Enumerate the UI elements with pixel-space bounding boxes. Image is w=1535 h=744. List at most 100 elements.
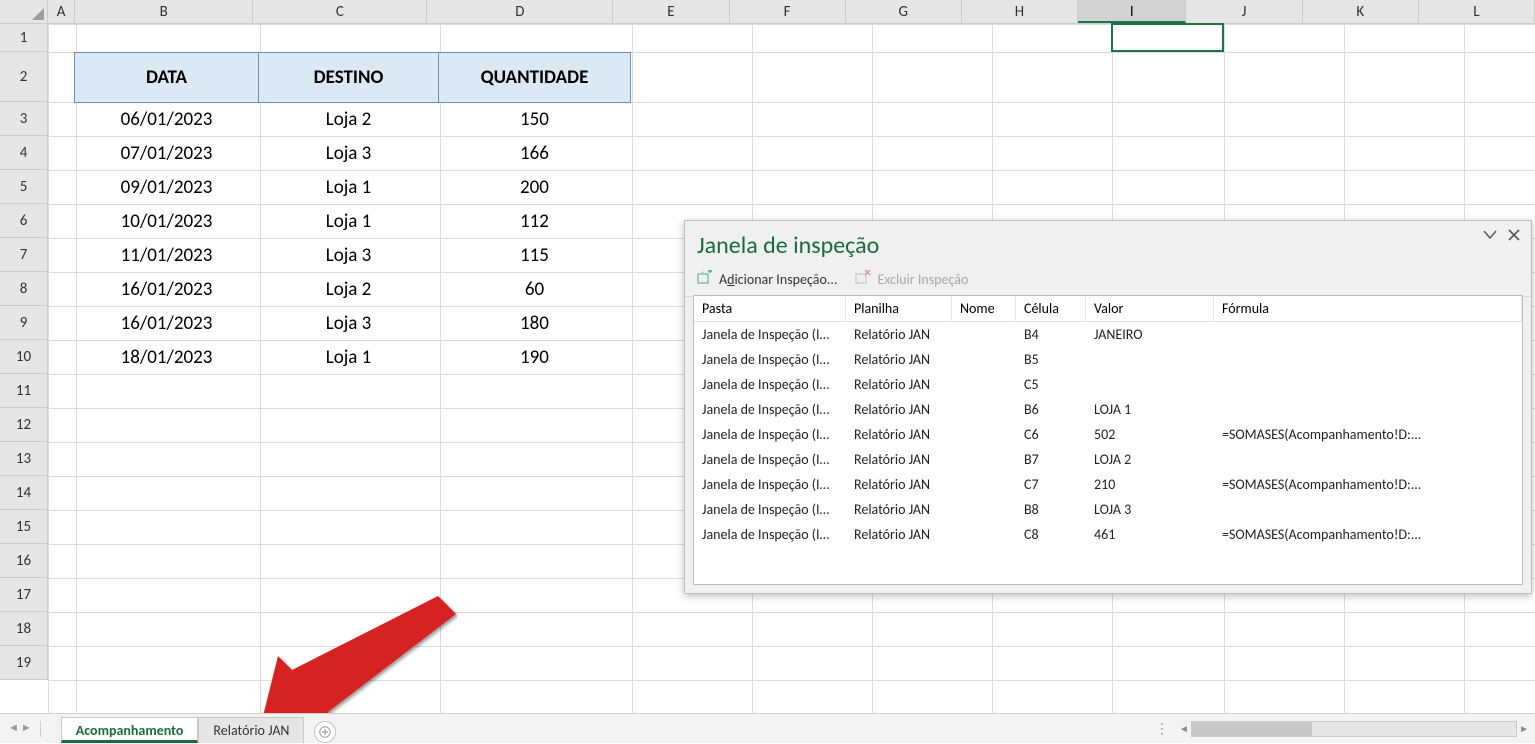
table-row[interactable]: 07/01/2023Loja 3166 — [75, 137, 631, 171]
horizontal-scrollbar[interactable]: ⋮ ◄ ► — [1155, 714, 1535, 743]
cell-quantidade[interactable]: 60 — [439, 273, 631, 307]
column-header-G[interactable]: G — [846, 0, 962, 23]
cell-data[interactable]: 10/01/2023 — [75, 205, 259, 239]
wh-planilha[interactable]: Planilha — [846, 296, 952, 321]
cell-destino[interactable]: Loja 1 — [259, 341, 439, 375]
th-data[interactable]: DATA — [75, 53, 259, 103]
scroll-thumb[interactable] — [1192, 722, 1312, 736]
cell-data[interactable]: 06/01/2023 — [75, 103, 259, 137]
scroll-right-icon[interactable]: ► — [1519, 722, 1529, 735]
cell-destino[interactable]: Loja 2 — [259, 103, 439, 137]
cell-data[interactable]: 16/01/2023 — [75, 307, 259, 341]
cell-quantidade[interactable]: 166 — [439, 137, 631, 171]
cell-data[interactable]: 16/01/2023 — [75, 273, 259, 307]
sheet-tab-relatorio-jan[interactable]: Relatório JAN — [198, 717, 304, 743]
row-header-10[interactable]: 10 — [0, 340, 47, 374]
column-header-F[interactable]: F — [730, 0, 846, 23]
wh-nome[interactable]: Nome — [952, 296, 1016, 321]
table-row[interactable]: 16/01/2023Loja 260 — [75, 273, 631, 307]
row-header-18[interactable]: 18 — [0, 612, 47, 646]
cell-destino[interactable]: Loja 1 — [259, 171, 439, 205]
row-header-1[interactable]: 1 — [0, 24, 47, 52]
row-header-8[interactable]: 8 — [0, 272, 47, 306]
watch-list[interactable]: Pasta Planilha Nome Célula Valor Fórmula… — [693, 295, 1523, 585]
watch-row[interactable]: Janela de Inspeção (IN...Relatório JANB7… — [694, 447, 1522, 472]
cell-destino[interactable]: Loja 3 — [259, 307, 439, 341]
column-header-J[interactable]: J — [1186, 0, 1302, 23]
column-header-A[interactable]: A — [48, 0, 75, 23]
wh-valor[interactable]: Valor — [1086, 296, 1214, 321]
sheet-nav-next-icon[interactable]: ► — [21, 721, 32, 737]
table-row[interactable]: 11/01/2023Loja 3115 — [75, 239, 631, 273]
scroll-options-icon[interactable]: ⋮ — [1155, 720, 1179, 737]
row-header-19[interactable]: 19 — [0, 646, 47, 680]
table-row[interactable]: 06/01/2023Loja 2150 — [75, 103, 631, 137]
row-header-17[interactable]: 17 — [0, 578, 47, 612]
watch-row[interactable]: Janela de Inspeção (IN...Relatório JANC6… — [694, 422, 1522, 447]
watch-window[interactable]: Janela de inspeção ? Adicionar Inspeção.… — [684, 220, 1532, 594]
row-header-16[interactable]: 16 — [0, 544, 47, 578]
row-header-4[interactable]: 4 — [0, 136, 47, 170]
cell-destino[interactable]: Loja 3 — [259, 137, 439, 171]
column-header-K[interactable]: K — [1303, 0, 1419, 23]
row-header-14[interactable]: 14 — [0, 476, 47, 510]
table-row[interactable]: 10/01/2023Loja 1112 — [75, 205, 631, 239]
watch-row[interactable]: Janela de Inspeção (IN...Relatório JANB8… — [694, 497, 1522, 522]
scroll-track[interactable] — [1191, 721, 1517, 737]
cell-destino[interactable]: Loja 2 — [259, 273, 439, 307]
sheet-tab-acompanhamento[interactable]: Acompanhamento — [61, 717, 199, 743]
scroll-left-icon[interactable]: ◄ — [1179, 722, 1189, 735]
row-header-12[interactable]: 12 — [0, 408, 47, 442]
cell-quantidade[interactable]: 190 — [439, 341, 631, 375]
minimize-icon[interactable] — [1481, 227, 1499, 243]
svg-text:?: ? — [701, 270, 705, 276]
cell-destino[interactable]: Loja 3 — [259, 239, 439, 273]
watch-row[interactable]: Janela de Inspeção (IN...Relatório JANB4… — [694, 322, 1522, 347]
watch-row[interactable]: Janela de Inspeção (IN...Relatório JANC5 — [694, 372, 1522, 397]
row-header-13[interactable]: 13 — [0, 442, 47, 476]
watch-row[interactable]: Janela de Inspeção (IN...Relatório JANC7… — [694, 472, 1522, 497]
column-header-H[interactable]: H — [962, 0, 1078, 23]
watch-row[interactable]: Janela de Inspeção (IN...Relatório JANB5 — [694, 347, 1522, 372]
cell-quantidade[interactable]: 150 — [439, 103, 631, 137]
row-header-5[interactable]: 5 — [0, 170, 47, 204]
table-row[interactable]: 18/01/2023Loja 1190 — [75, 341, 631, 375]
row-header-9[interactable]: 9 — [0, 306, 47, 340]
add-sheet-button[interactable] — [314, 721, 336, 743]
column-header-B[interactable]: B — [75, 0, 253, 23]
th-destino[interactable]: DESTINO — [259, 53, 439, 103]
table-row[interactable]: 09/01/2023Loja 1200 — [75, 171, 631, 205]
column-header-D[interactable]: D — [427, 0, 613, 23]
cell-quantidade[interactable]: 112 — [439, 205, 631, 239]
wh-celula[interactable]: Célula — [1016, 296, 1086, 321]
column-header-C[interactable]: C — [253, 0, 427, 23]
cell-quantidade[interactable]: 180 — [439, 307, 631, 341]
column-header-E[interactable]: E — [613, 0, 729, 23]
table-row[interactable]: 16/01/2023Loja 3180 — [75, 307, 631, 341]
watch-row[interactable]: Janela de Inspeção (IN...Relatório JANB6… — [694, 397, 1522, 422]
wh-formula[interactable]: Fórmula — [1214, 296, 1522, 321]
row-header-7[interactable]: 7 — [0, 238, 47, 272]
cell-quantidade[interactable]: 200 — [439, 171, 631, 205]
wh-pasta[interactable]: Pasta — [694, 296, 846, 321]
sheet-nav-prev-icon[interactable]: ◄ — [8, 721, 19, 737]
column-header-I[interactable]: I — [1078, 0, 1186, 23]
cell-data[interactable]: 09/01/2023 — [75, 171, 259, 205]
add-inspection-button[interactable]: ? Adicionar Inspeção... — [697, 270, 837, 288]
row-header-15[interactable]: 15 — [0, 510, 47, 544]
select-all-corner[interactable] — [0, 0, 48, 24]
th-quantidade[interactable]: QUANTIDADE — [439, 53, 631, 103]
watch-row[interactable]: Janela de Inspeção (IN...Relatório JANC8… — [694, 522, 1522, 547]
row-header-2[interactable]: 2 — [0, 52, 47, 102]
close-icon[interactable] — [1505, 227, 1523, 243]
column-header-L[interactable]: L — [1419, 0, 1535, 23]
row-header-3[interactable]: 3 — [0, 102, 47, 136]
row-header-6[interactable]: 6 — [0, 204, 47, 238]
spreadsheet-grid[interactable]: DATA DESTINO QUANTIDADE 06/01/2023Loja 2… — [48, 24, 1535, 713]
cell-data[interactable]: 18/01/2023 — [75, 341, 259, 375]
row-header-11[interactable]: 11 — [0, 374, 47, 408]
cell-data[interactable]: 11/01/2023 — [75, 239, 259, 273]
cell-quantidade[interactable]: 115 — [439, 239, 631, 273]
cell-destino[interactable]: Loja 1 — [259, 205, 439, 239]
cell-data[interactable]: 07/01/2023 — [75, 137, 259, 171]
